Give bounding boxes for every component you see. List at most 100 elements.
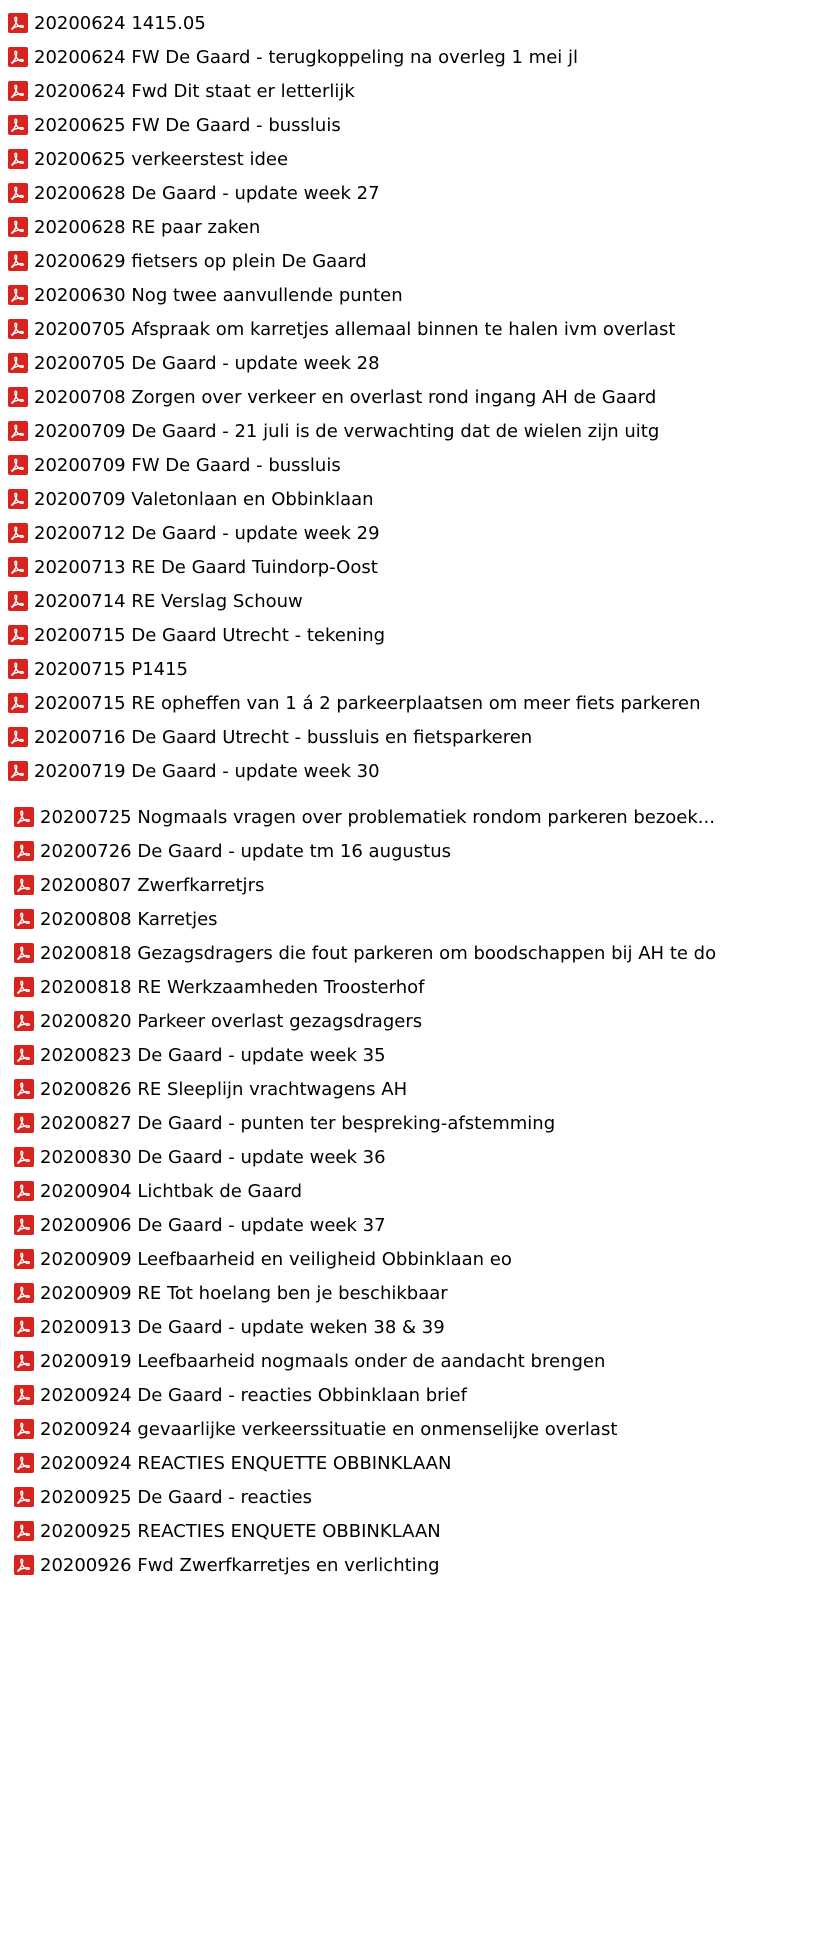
acrobat-pdf-icon — [8, 761, 28, 781]
file-row[interactable]: 20200709 De Gaard - 21 juli is de verwac… — [0, 414, 834, 448]
file-name: 20200628 RE paar zaken — [34, 216, 261, 238]
file-row[interactable]: 20200628 De Gaard - update week 27 — [0, 176, 834, 210]
file-name: 20200924 De Gaard - reacties Obbinklaan … — [40, 1384, 467, 1406]
file-name: 20200818 Gezagsdragers die fout parkeren… — [40, 942, 717, 964]
file-row[interactable]: 20200823 De Gaard - update week 35 — [0, 1038, 834, 1072]
file-row[interactable]: 20200713 RE De Gaard Tuindorp-Oost — [0, 550, 834, 584]
acrobat-pdf-icon — [14, 1453, 34, 1473]
file-row[interactable]: 20200709 FW De Gaard - bussluis — [0, 448, 834, 482]
acrobat-pdf-icon — [14, 1283, 34, 1303]
file-name: 20200709 FW De Gaard - bussluis — [34, 454, 341, 476]
file-row[interactable]: 20200708 Zorgen over verkeer en overlast… — [0, 380, 834, 414]
acrobat-pdf-icon — [8, 183, 28, 203]
file-name: 20200830 De Gaard - update week 36 — [40, 1146, 386, 1168]
file-row[interactable]: 20200818 Gezagsdragers die fout parkeren… — [0, 936, 834, 970]
file-row[interactable]: 20200827 De Gaard - punten ter besprekin… — [0, 1106, 834, 1140]
file-row[interactable]: 20200919 Leefbaarheid nogmaals onder de … — [0, 1344, 834, 1378]
acrobat-pdf-icon — [14, 1147, 34, 1167]
acrobat-pdf-icon — [8, 693, 28, 713]
acrobat-pdf-icon — [8, 251, 28, 271]
acrobat-pdf-icon — [14, 1181, 34, 1201]
acrobat-pdf-icon — [14, 1385, 34, 1405]
file-row[interactable]: 20200716 De Gaard Utrecht - bussluis en … — [0, 720, 834, 754]
file-row[interactable]: 20200820 Parkeer overlast gezagsdragers — [0, 1004, 834, 1038]
acrobat-pdf-icon — [8, 81, 28, 101]
file-name: 20200709 Valetonlaan en Obbinklaan — [34, 488, 374, 510]
file-row[interactable]: 20200630 Nog twee aanvullende punten — [0, 278, 834, 312]
file-row[interactable]: 20200924 De Gaard - reacties Obbinklaan … — [0, 1378, 834, 1412]
file-name: 20200925 REACTIES ENQUETE OBBINKLAAN — [40, 1520, 441, 1542]
file-group-1: 20200624 1415.05 20200624 FW De Gaard - … — [0, 6, 834, 788]
file-row[interactable]: 20200913 De Gaard - update weken 38 & 39 — [0, 1310, 834, 1344]
acrobat-pdf-icon — [14, 807, 34, 827]
file-name: 20200715 P1415 — [34, 658, 189, 680]
file-name: 20200625 verkeerstest idee — [34, 148, 289, 170]
file-row[interactable]: 20200909 RE Tot hoelang ben je beschikba… — [0, 1276, 834, 1310]
file-row[interactable]: 20200818 RE Werkzaamheden Troosterhof — [0, 970, 834, 1004]
file-row[interactable]: 20200624 Fwd Dit staat er letterlijk — [0, 74, 834, 108]
file-name: 20200807 Zwerfkarretjrs — [40, 874, 265, 896]
file-row[interactable]: 20200924 REACTIES ENQUETTE OBBINKLAAN — [0, 1446, 834, 1480]
file-row[interactable]: 20200808 Karretjes — [0, 902, 834, 936]
file-row[interactable]: 20200624 1415.05 — [0, 6, 834, 40]
file-row[interactable]: 20200712 De Gaard - update week 29 — [0, 516, 834, 550]
file-name: 20200818 RE Werkzaamheden Troosterhof — [40, 976, 425, 998]
file-row[interactable]: 20200715 De Gaard Utrecht - tekening — [0, 618, 834, 652]
file-name: 20200919 Leefbaarheid nogmaals onder de … — [40, 1350, 606, 1372]
acrobat-pdf-icon — [8, 421, 28, 441]
acrobat-pdf-icon — [8, 47, 28, 67]
file-row[interactable]: 20200719 De Gaard - update week 30 — [0, 754, 834, 788]
file-name: 20200906 De Gaard - update week 37 — [40, 1214, 386, 1236]
file-name: 20200924 REACTIES ENQUETTE OBBINKLAAN — [40, 1452, 452, 1474]
file-row[interactable]: 20200624 FW De Gaard - terugkoppeling na… — [0, 40, 834, 74]
acrobat-pdf-icon — [14, 1317, 34, 1337]
file-name: 20200705 De Gaard - update week 28 — [34, 352, 380, 374]
file-row[interactable]: 20200830 De Gaard - update week 36 — [0, 1140, 834, 1174]
file-row[interactable]: 20200705 De Gaard - update week 28 — [0, 346, 834, 380]
acrobat-pdf-icon — [8, 217, 28, 237]
acrobat-pdf-icon — [8, 659, 28, 679]
file-row[interactable]: 20200925 REACTIES ENQUETE OBBINKLAAN — [0, 1514, 834, 1548]
acrobat-pdf-icon — [8, 353, 28, 373]
file-row[interactable]: 20200705 Afspraak om karretjes allemaal … — [0, 312, 834, 346]
file-name: 20200924 gevaarlijke verkeerssituatie en… — [40, 1418, 618, 1440]
file-row[interactable]: 20200714 RE Verslag Schouw — [0, 584, 834, 618]
file-row[interactable]: 20200709 Valetonlaan en Obbinklaan — [0, 482, 834, 516]
file-row[interactable]: 20200807 Zwerfkarretjrs — [0, 868, 834, 902]
file-name: 20200624 Fwd Dit staat er letterlijk — [34, 80, 355, 102]
file-row[interactable]: 20200925 De Gaard - reacties — [0, 1480, 834, 1514]
acrobat-pdf-icon — [14, 1113, 34, 1133]
acrobat-pdf-icon — [14, 1045, 34, 1065]
acrobat-pdf-icon — [8, 625, 28, 645]
file-name: 20200625 FW De Gaard - bussluis — [34, 114, 341, 136]
file-row[interactable]: 20200629 fietsers op plein De Gaard — [0, 244, 834, 278]
acrobat-pdf-icon — [8, 115, 28, 135]
file-row[interactable]: 20200715 RE opheffen van 1 á 2 parkeerpl… — [0, 686, 834, 720]
file-list: 20200624 1415.05 20200624 FW De Gaard - … — [0, 0, 834, 1582]
file-row[interactable]: 20200715 P1415 — [0, 652, 834, 686]
file-name: 20200808 Karretjes — [40, 908, 218, 930]
acrobat-pdf-icon — [14, 1351, 34, 1371]
acrobat-pdf-icon — [8, 727, 28, 747]
acrobat-pdf-icon — [14, 977, 34, 997]
file-row[interactable]: 20200725 Nogmaals vragen over problemati… — [0, 800, 834, 834]
acrobat-pdf-icon — [8, 13, 28, 33]
file-name: 20200708 Zorgen over verkeer en overlast… — [34, 386, 657, 408]
file-row[interactable]: 20200726 De Gaard - update tm 16 augustu… — [0, 834, 834, 868]
acrobat-pdf-icon — [8, 149, 28, 169]
file-row[interactable]: 20200924 gevaarlijke verkeerssituatie en… — [0, 1412, 834, 1446]
file-name: 20200715 RE opheffen van 1 á 2 parkeerpl… — [34, 692, 701, 714]
acrobat-pdf-icon — [8, 285, 28, 305]
file-row[interactable]: 20200625 verkeerstest idee — [0, 142, 834, 176]
file-name: 20200713 RE De Gaard Tuindorp-Oost — [34, 556, 378, 578]
acrobat-pdf-icon — [14, 1079, 34, 1099]
file-row[interactable]: 20200625 FW De Gaard - bussluis — [0, 108, 834, 142]
file-row[interactable]: 20200628 RE paar zaken — [0, 210, 834, 244]
file-row[interactable]: 20200909 Leefbaarheid en veiligheid Obbi… — [0, 1242, 834, 1276]
file-name: 20200719 De Gaard - update week 30 — [34, 760, 380, 782]
file-row[interactable]: 20200906 De Gaard - update week 37 — [0, 1208, 834, 1242]
file-row[interactable]: 20200826 RE Sleeplijn vrachtwagens AH — [0, 1072, 834, 1106]
file-name: 20200823 De Gaard - update week 35 — [40, 1044, 386, 1066]
file-row[interactable]: 20200926 Fwd Zwerfkarretjes en verlichti… — [0, 1548, 834, 1582]
file-row[interactable]: 20200904 Lichtbak de Gaard — [0, 1174, 834, 1208]
